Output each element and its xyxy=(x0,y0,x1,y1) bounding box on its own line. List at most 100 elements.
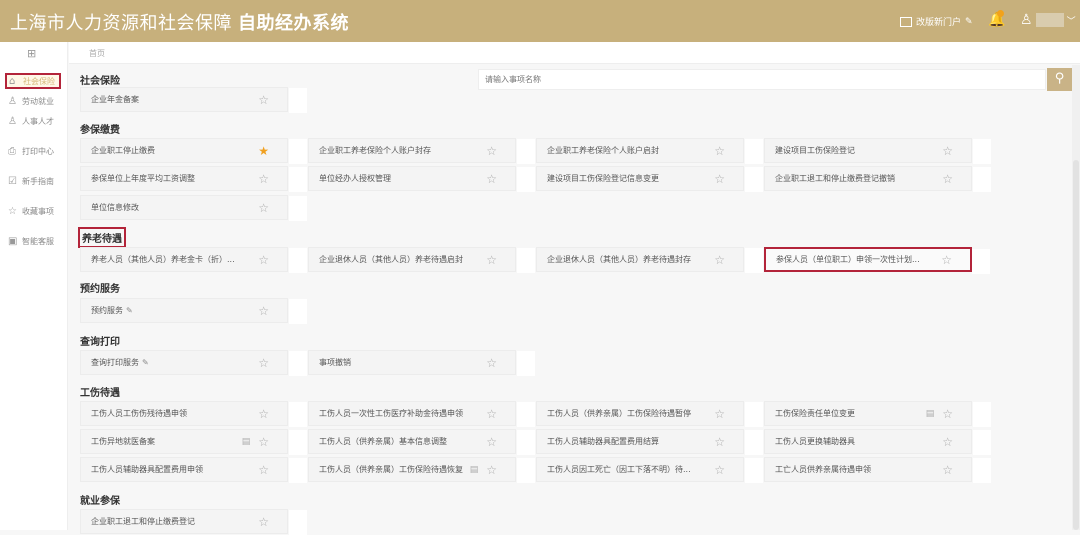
sidebar-item-icon: ☆ xyxy=(8,205,17,217)
service-card[interactable]: 工伤人员（供养亲属）工伤保险待遇恢复 ▤ ☆ xyxy=(308,457,535,483)
service-card[interactable]: 单位信息修改 ☆ xyxy=(80,195,307,221)
service-card[interactable]: 工伤人员辅助器具配置费用申领 ☆ xyxy=(80,457,307,483)
favorite-star-icon[interactable]: ☆ xyxy=(258,407,269,421)
service-card[interactable]: 工伤人员辅助器具配置费用结算 ☆ xyxy=(536,429,763,455)
service-card[interactable]: 企业职工停止缴费 ★ xyxy=(80,138,307,164)
service-card[interactable]: 参保人员（单位职工）申领一次性计划... ☆ xyxy=(764,247,990,274)
service-card[interactable]: 企业职工退工和停止缴费登记 ☆ xyxy=(80,509,307,535)
favorite-star-icon[interactable]: ☆ xyxy=(942,435,953,449)
favorite-star-icon[interactable]: ☆ xyxy=(486,463,497,477)
sidebar-item-0[interactable]: ⌂ 社会保险 xyxy=(5,73,61,89)
service-card[interactable]: 企业职工养老保险个人账户启封 ☆ xyxy=(536,138,763,164)
header-bar: 上海市人力资源和社会保障 自助经办系统 改版新门户 ✎ 🔔 ♙ ﹀ xyxy=(0,0,1080,42)
scrollbar-thumb[interactable] xyxy=(1073,160,1079,530)
favorite-star-icon[interactable]: ☆ xyxy=(258,515,269,529)
favorite-star-icon[interactable]: ☆ xyxy=(258,172,269,186)
sidebar-item-6[interactable]: ▣ 智能客服 xyxy=(8,233,64,249)
service-row: 企业年金备案 ☆ xyxy=(80,87,308,113)
favorite-star-icon[interactable]: ☆ xyxy=(258,304,269,318)
sidebar-item-icon: ⌂ xyxy=(9,75,16,87)
services-content: ⚲ 社会保险企业年金备案 ☆ 参保缴费企业职工停止缴费 ★ 企业职工养老保险个人账户封存… xyxy=(70,65,1072,535)
sidebar-item-1[interactable]: ♙ 劳动就业 xyxy=(8,93,64,109)
favorite-star-icon[interactable]: ☆ xyxy=(258,463,269,477)
service-card[interactable]: 工伤人员一次性工伤医疗补助金待遇申领 ☆ xyxy=(308,401,535,427)
service-card[interactable]: 企业退休人员（其他人员）养老待遇启封 ☆ xyxy=(308,247,535,273)
service-card[interactable]: 预约服务 ✎ ☆ xyxy=(80,298,307,324)
favorite-star-icon[interactable]: ☆ xyxy=(258,253,269,267)
favorite-star-icon[interactable]: ☆ xyxy=(714,407,725,421)
favorite-star-icon[interactable]: ☆ xyxy=(258,435,269,449)
favorite-star-icon[interactable]: ☆ xyxy=(486,144,497,158)
favorite-star-icon[interactable]: ☆ xyxy=(942,407,953,421)
service-card[interactable]: 工伤人员工伤伤残待遇申领 ☆ xyxy=(80,401,307,427)
service-card[interactable]: 工伤人员（供养亲属）基本信息调整 ☆ xyxy=(308,429,535,455)
breadcrumb[interactable]: 首页 xyxy=(69,42,1080,64)
sidebar-item-4[interactable]: ☑ 新手指南 xyxy=(8,173,64,189)
service-row: 预约服务 ✎ ☆ xyxy=(80,298,308,324)
favorite-star-icon[interactable]: ☆ xyxy=(258,93,269,107)
favorite-star-icon[interactable]: ☆ xyxy=(942,144,953,158)
service-card[interactable]: 企业职工养老保险个人账户封存 ☆ xyxy=(308,138,535,164)
sidebar-item-2[interactable]: ♙ 人事人才 xyxy=(8,113,64,129)
service-label: 查询打印服务 ✎ xyxy=(91,358,149,367)
service-card[interactable]: 单位经办人授权管理 ☆ xyxy=(308,166,535,192)
favorite-star-icon[interactable]: ★ xyxy=(258,144,269,158)
favorite-star-icon[interactable]: ☆ xyxy=(714,172,725,186)
document-icon[interactable]: ▤ xyxy=(470,465,479,475)
service-label: 预约服务 ✎ xyxy=(91,306,133,315)
service-label: 参保人员（单位职工）申领一次性计划... xyxy=(776,255,920,264)
sidebar-item-icon: ☑ xyxy=(8,175,17,187)
service-card[interactable]: 工伤异地就医备案 ▤ ☆ xyxy=(80,429,307,455)
favorite-star-icon[interactable]: ☆ xyxy=(258,201,269,215)
service-card[interactable]: 工伤人员因工死亡（因工下落不明）待... ☆ xyxy=(536,457,763,483)
sidebar-item-label: 社会保险 xyxy=(23,76,55,86)
favorite-star-icon[interactable]: ☆ xyxy=(714,435,725,449)
document-icon[interactable]: ▤ xyxy=(926,409,935,419)
portal-label: 改版新门户 xyxy=(916,18,962,28)
notification-bell-icon[interactable]: 🔔 xyxy=(988,10,1005,28)
service-card[interactable]: 事项撤销 ☆ xyxy=(308,350,535,376)
favorite-star-icon[interactable]: ☆ xyxy=(486,407,497,421)
service-card[interactable]: 企业年金备案 ☆ xyxy=(80,87,307,113)
service-card[interactable]: 建设项目工伤保险登记信息变更 ☆ xyxy=(536,166,763,192)
title-light: 上海市人力资源和社会保障 xyxy=(10,13,232,34)
favorite-star-icon[interactable]: ☆ xyxy=(486,253,497,267)
service-card[interactable]: 养老人员（其他人员）养老金卡（折）... ☆ xyxy=(80,247,307,273)
search-input[interactable] xyxy=(478,69,1046,90)
favorite-star-icon[interactable]: ☆ xyxy=(714,253,725,267)
favorite-star-icon[interactable]: ☆ xyxy=(942,463,953,477)
service-label: 工伤人员工伤伤残待遇申领 xyxy=(91,409,187,418)
service-card[interactable]: 工伤保险责任单位变更 ▤ ☆ xyxy=(764,401,991,427)
service-card[interactable]: 企业职工退工和停止缴费登记撤销 ☆ xyxy=(764,166,991,192)
service-card[interactable]: 参保单位上年度平均工资调整 ☆ xyxy=(80,166,307,192)
user-menu[interactable]: ♙ ﹀ xyxy=(1020,12,1076,28)
search-button[interactable]: ⚲ xyxy=(1047,68,1072,91)
sidebar-item-label: 打印中心 xyxy=(22,146,54,156)
favorite-star-icon[interactable]: ☆ xyxy=(258,356,269,370)
apps-grid-icon[interactable]: ⊞ xyxy=(27,47,39,60)
favorite-star-icon[interactable]: ☆ xyxy=(941,253,952,267)
favorite-star-icon[interactable]: ☆ xyxy=(486,356,497,370)
favorite-star-icon[interactable]: ☆ xyxy=(714,144,725,158)
new-portal-link[interactable]: 改版新门户 ✎ xyxy=(900,15,973,28)
scrollbar[interactable] xyxy=(1072,65,1080,530)
service-label: 工伤人员辅助器具配置费用结算 xyxy=(547,437,659,446)
chevron-down-icon: ﹀ xyxy=(1066,16,1076,27)
service-card[interactable]: 工亡人员供养亲属待遇申领 ☆ xyxy=(764,457,991,483)
favorite-star-icon[interactable]: ☆ xyxy=(942,172,953,186)
favorite-star-icon[interactable]: ☆ xyxy=(486,172,497,186)
service-card[interactable]: 工伤人员（供养亲属）工伤保险待遇暂停 ☆ xyxy=(536,401,763,427)
service-card[interactable]: 查询打印服务 ✎ ☆ xyxy=(80,350,307,376)
service-row: 企业职工停止缴费 ★ 企业职工养老保险个人账户封存 ☆ 企业职工养老保险个人账户启封 ☆ 建… xyxy=(80,138,992,164)
section-title: 工伤待遇 xyxy=(80,388,120,399)
service-row: 查询打印服务 ✎ ☆ 事项撤销 ☆ xyxy=(80,350,536,376)
service-card[interactable]: 建设项目工伤保险登记 ☆ xyxy=(764,138,991,164)
service-card[interactable]: 企业退休人员（其他人员）养老待遇封存 ☆ xyxy=(536,247,763,273)
service-row: 养老人员（其他人员）养老金卡（折）... ☆ 企业退休人员（其他人员）养老待遇启封 ☆… xyxy=(80,247,992,274)
document-icon[interactable]: ▤ xyxy=(242,437,251,447)
sidebar-item-3[interactable]: ⎙ 打印中心 xyxy=(8,143,64,159)
favorite-star-icon[interactable]: ☆ xyxy=(714,463,725,477)
favorite-star-icon[interactable]: ☆ xyxy=(486,435,497,449)
sidebar-item-5[interactable]: ☆ 收藏事项 xyxy=(8,203,64,219)
service-card[interactable]: 工伤人员更换辅助器具 ☆ xyxy=(764,429,991,455)
